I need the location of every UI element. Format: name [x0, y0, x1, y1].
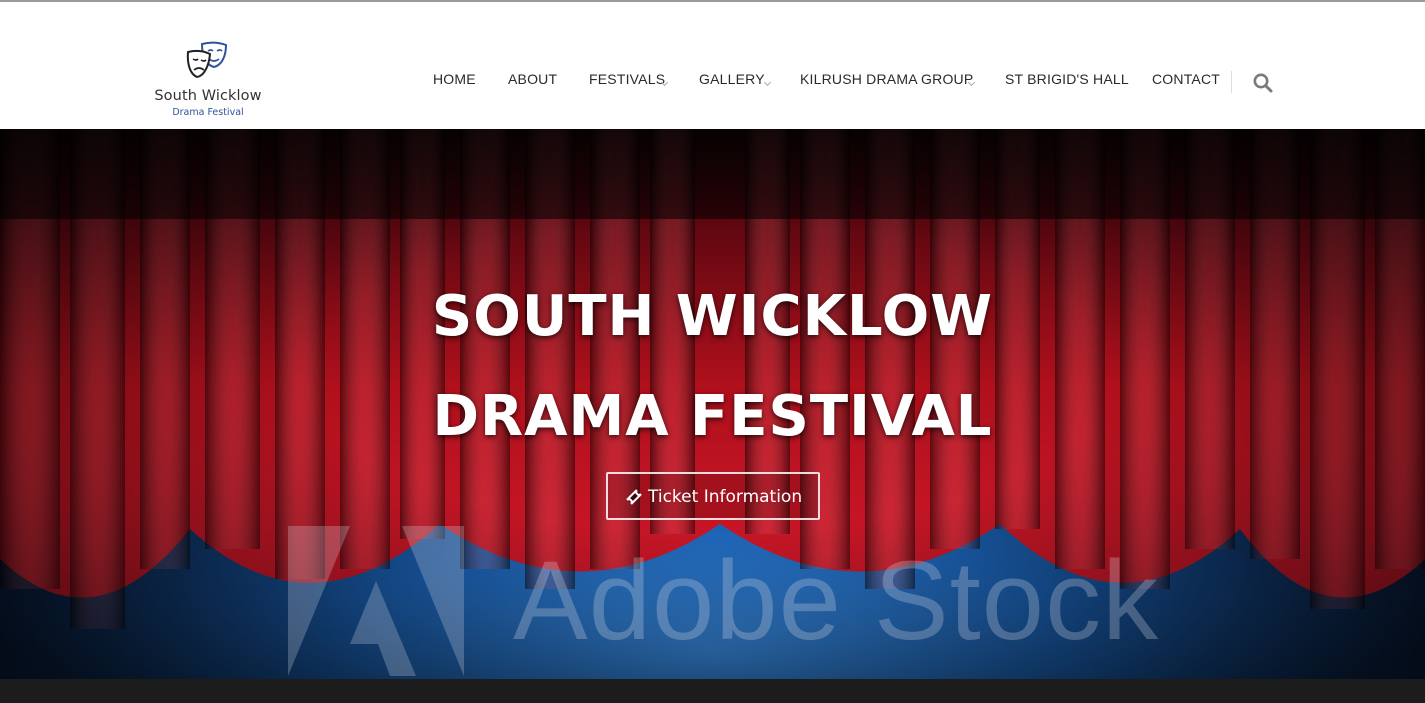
hero-title-line-2: DRAMA FESTIVAL	[432, 384, 993, 449]
ticket-icon	[626, 489, 642, 505]
watermark-text: Adobe Stock	[513, 538, 1160, 663]
ticket-information-button[interactable]: Ticket Information	[606, 472, 820, 520]
search-icon[interactable]	[1252, 72, 1274, 94]
ticket-button-label: Ticket Information	[648, 487, 803, 507]
site-header: South Wicklow Drama Festival HOME ABOUT …	[0, 2, 1425, 129]
nav-item-contact[interactable]: CONTACT	[1152, 71, 1220, 87]
adobe-logo-icon	[288, 526, 464, 676]
nav-item-st-brigids-hall[interactable]: ST BRIGID'S HALL	[1005, 71, 1129, 87]
nav-item-about[interactable]: ABOUT	[508, 71, 557, 87]
nav-item-festivals[interactable]: FESTIVALS	[589, 71, 665, 87]
hero-title-line-1: SOUTH WICKLOW	[431, 284, 994, 349]
stock-watermark: Adobe Stock	[288, 526, 1168, 679]
nav-divider	[1231, 71, 1232, 93]
main-nav: HOME ABOUT FESTIVALS GALLERY KILRUSH DRA…	[0, 2, 1425, 129]
nav-item-kilrush-drama-group[interactable]: KILRUSH DRAMA GROUP	[800, 71, 973, 87]
hero-banner: Adobe Stock SOUTH WICKLOW DRAMA FESTIVAL…	[0, 129, 1425, 679]
nav-item-home[interactable]: HOME	[433, 71, 476, 87]
footer-strip	[0, 679, 1425, 703]
nav-item-gallery[interactable]: GALLERY	[699, 71, 765, 87]
chevron-down-icon	[763, 78, 772, 87]
